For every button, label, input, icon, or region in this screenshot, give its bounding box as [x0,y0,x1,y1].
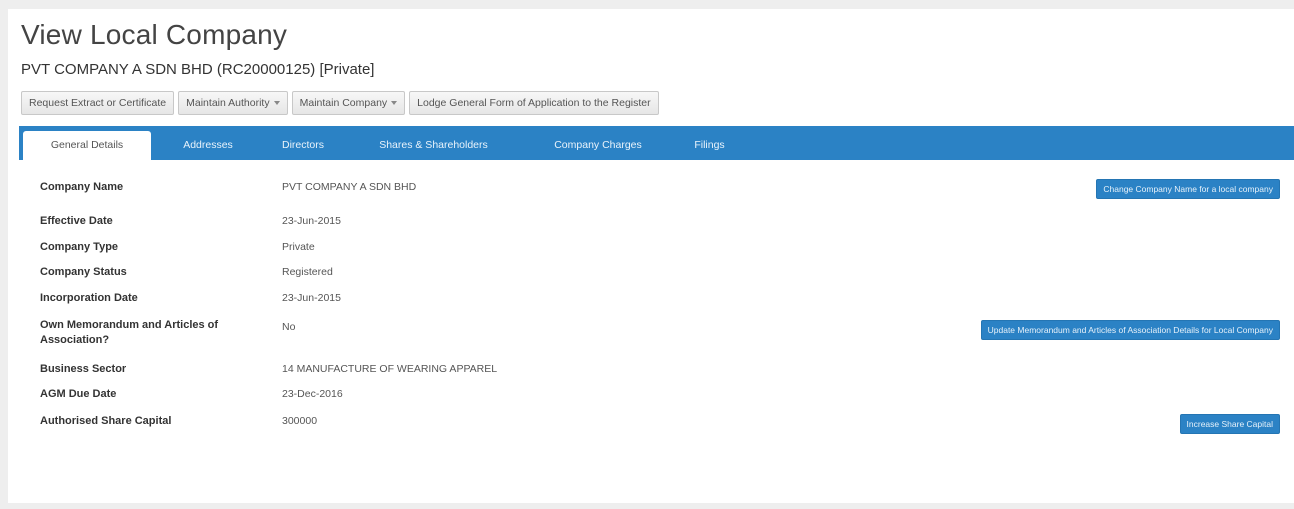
lodge-general-form-label: Lodge General Form of Application to the… [417,97,651,109]
tab-directors[interactable]: Directors [263,131,343,160]
detail-value: 23-Dec-2016 [282,388,343,400]
detail-label: Effective Date [40,215,113,227]
detail-label: Authorised Share Capital [40,415,172,427]
detail-value: 14 MANUFACTURE OF WEARING APPAREL [282,363,498,375]
detail-value: 300000 [282,415,318,427]
detail-value: 23-Jun-2015 [282,215,341,227]
tab-addresses[interactable]: Addresses [165,131,251,160]
company-subtitle: PVT COMPANY A SDN BHD (RC20000125) [Priv… [21,61,375,78]
detail-value: No [282,321,296,333]
update-memorandum-button[interactable]: Update Memorandum and Articles of Associ… [980,320,1280,340]
caret-down-icon [391,101,398,106]
change-company-name-button[interactable]: Change Company Name for a local company [1096,179,1280,199]
detail-value: PVT COMPANY A SDN BHD [282,181,417,193]
request-extract-button[interactable]: Request Extract or Certificate [21,91,175,115]
detail-label: AGM Due Date [40,388,117,400]
increase-share-capital-button[interactable]: Increase Share Capital [1179,414,1280,434]
lodge-general-form-button[interactable]: Lodge General Form of Application to the… [409,91,659,115]
maintain-company-dropdown[interactable]: Maintain Company [291,91,406,115]
action-toolbar: Request Extract or Certificate Maintain … [21,91,659,115]
page-title: View Local Company [21,19,288,50]
tab-bar: General Details Addresses Directors Shar… [19,126,1294,160]
detail-label: Company Status [40,266,127,278]
page-panel: View Local Company PVT COMPANY A SDN BHD… [8,9,1294,503]
detail-value: 23-Jun-2015 [282,292,341,304]
tab-filings[interactable]: Filings [682,131,737,160]
maintain-authority-dropdown[interactable]: Maintain Authority [178,91,288,115]
request-extract-label: Request Extract or Certificate [29,97,167,109]
detail-label: Incorporation Date [40,292,138,304]
tab-company-charges[interactable]: Company Charges [537,131,659,160]
detail-label: Business Sector [40,363,127,375]
detail-value: Private [282,241,315,253]
detail-label: Company Type [40,241,119,253]
detail-label: Company Name [40,181,124,193]
tab-general-details[interactable]: General Details [23,131,151,160]
maintain-company-label: Maintain Company [299,97,388,109]
detail-value: Registered [282,266,333,278]
tab-shares-shareholders[interactable]: Shares & Shareholders [361,131,506,160]
detail-label: Own Memorandum and Articles of Associati… [40,319,219,346]
caret-down-icon [273,101,280,106]
maintain-authority-label: Maintain Authority [186,97,270,109]
